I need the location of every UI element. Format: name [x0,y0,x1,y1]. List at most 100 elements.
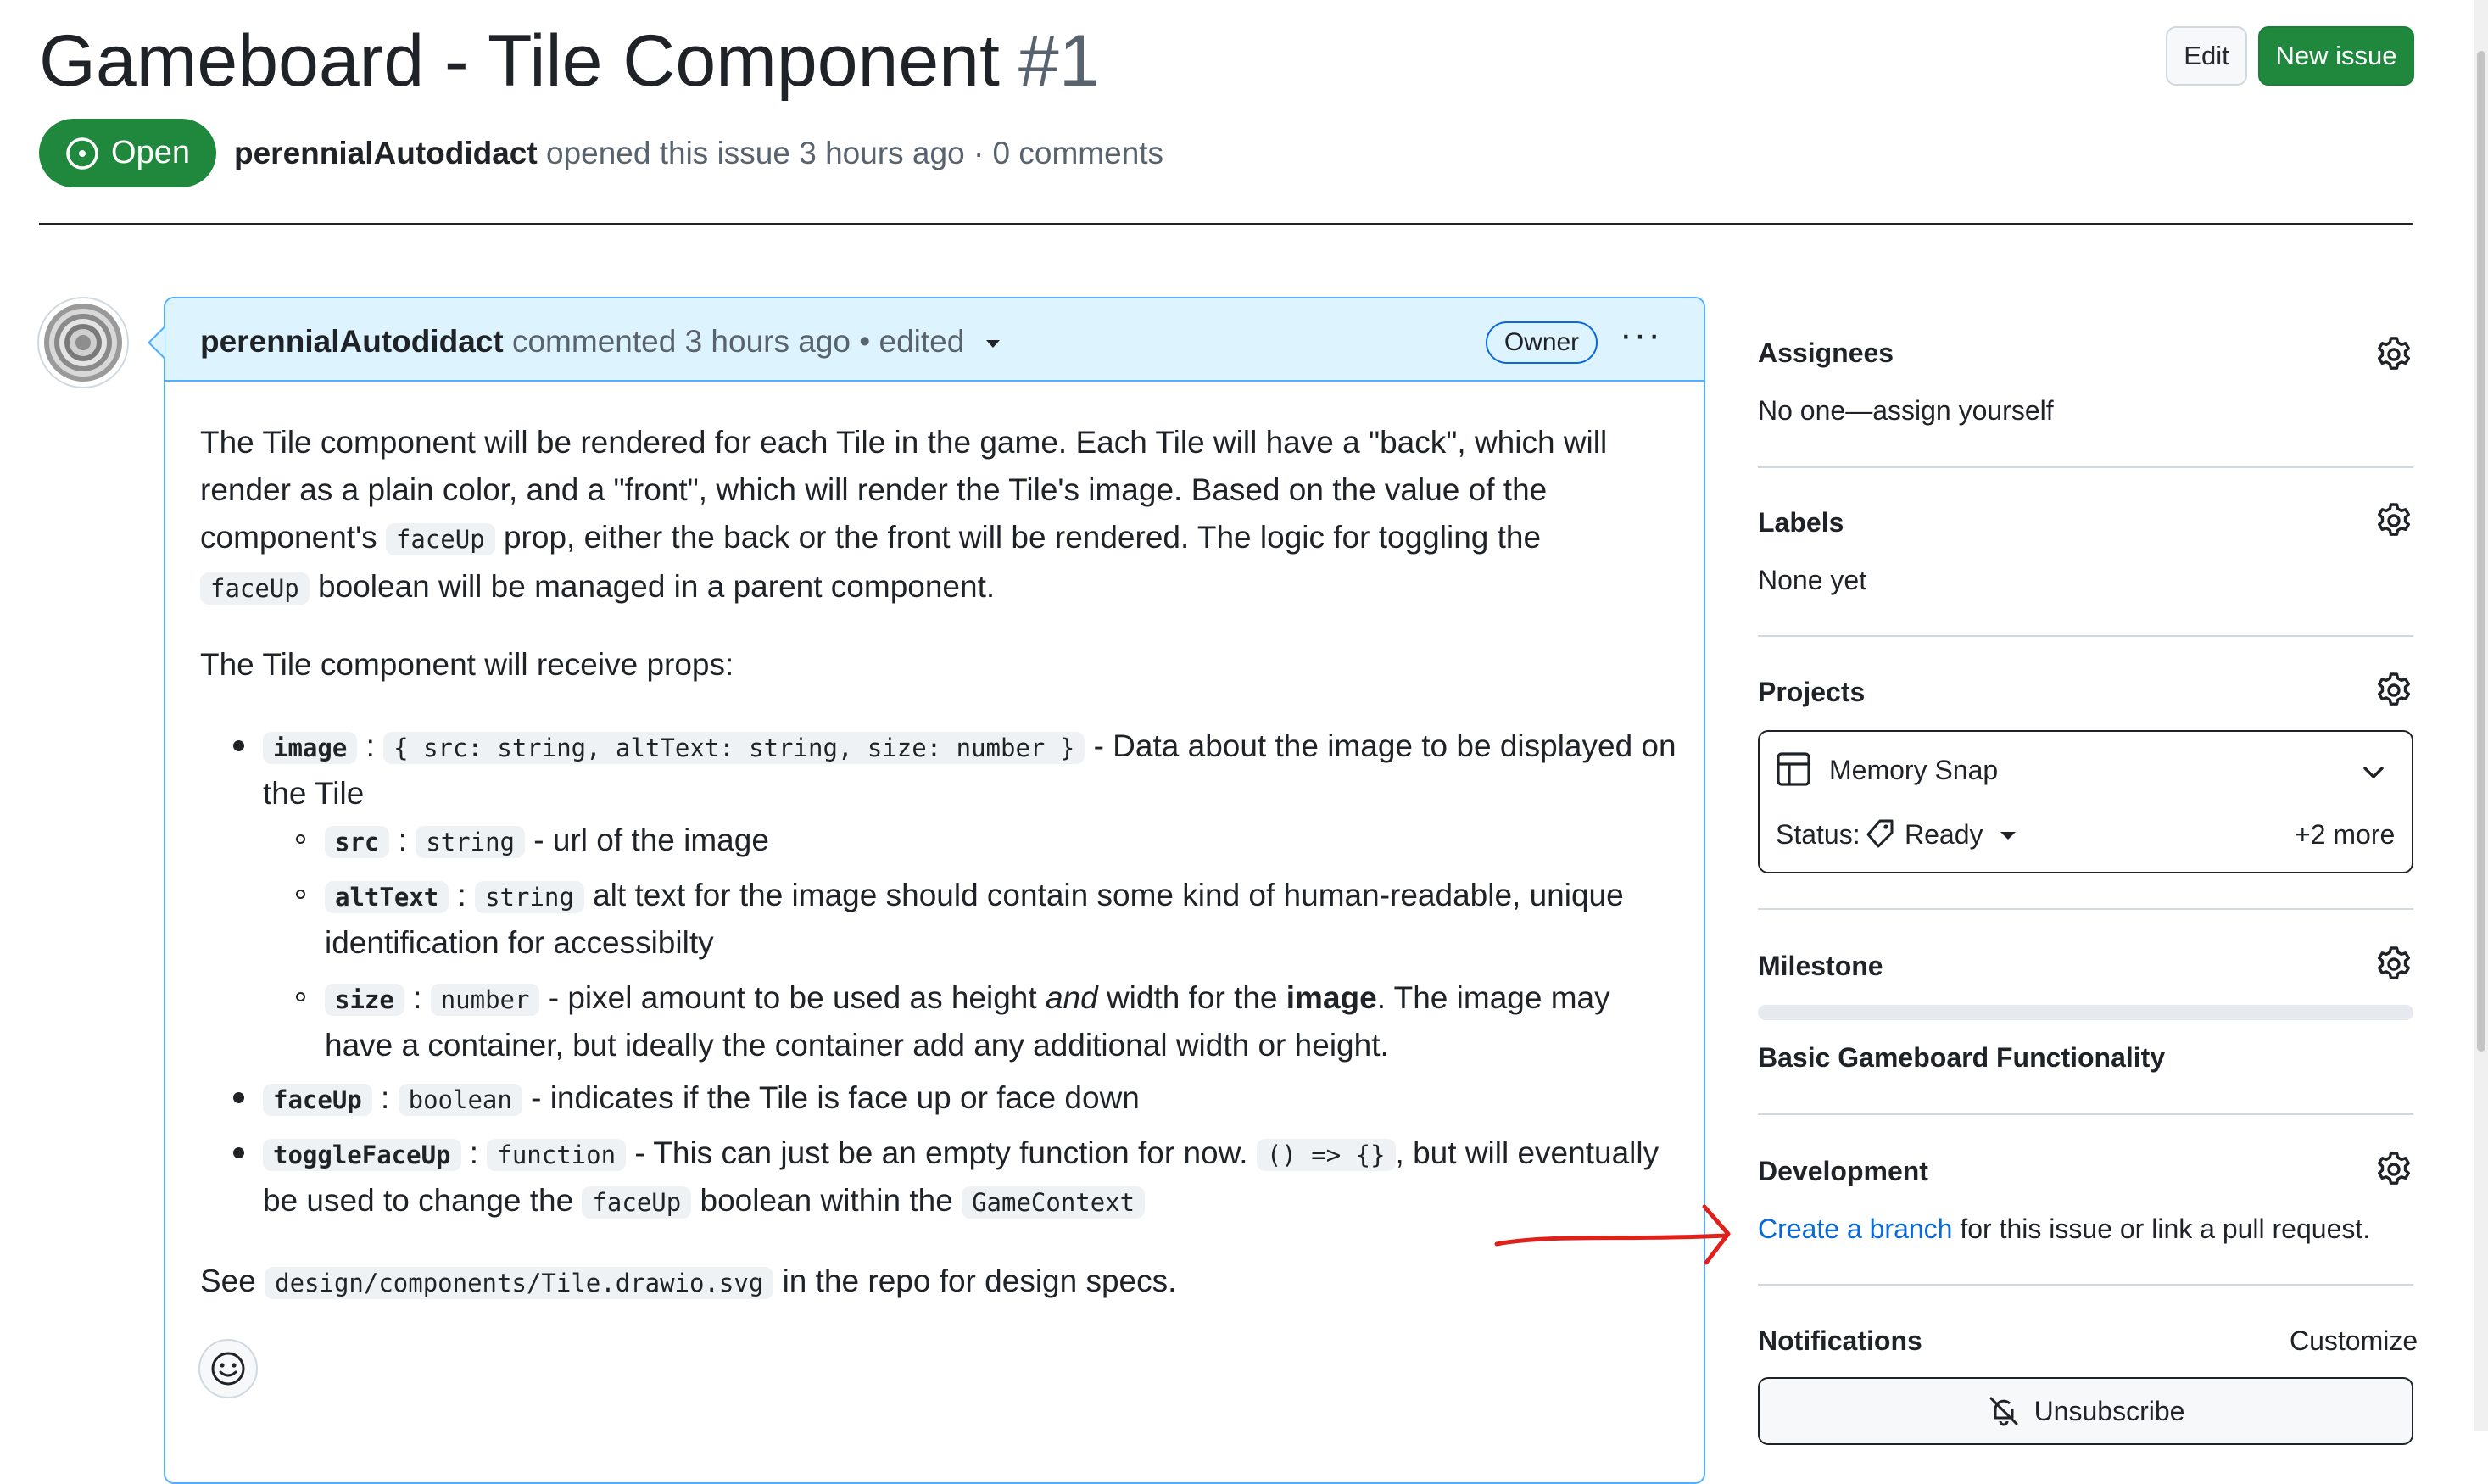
prop-desc: . The image may [1376,980,1610,1015]
project-name-link[interactable]: Memory Snap [1829,755,1998,786]
prop-desc: - This can just be an empty function for… [626,1135,1257,1170]
comment-meta: perennialAutodidact commented 3 hours ag… [200,321,1004,363]
status-badge: Open [39,119,216,187]
labels-title: Labels [1758,507,1844,538]
inline-code: faceUp [385,523,495,555]
create-branch-link[interactable]: Create a branch [1758,1213,1952,1244]
list-item-image-cont: the Tile [263,776,365,811]
prop-desc: , but will eventually [1395,1135,1660,1170]
prop-name: faceUp [263,1084,372,1116]
text: be used to change the [263,1183,583,1218]
comment-paragraph-3: See design/components/Tile.drawio.svg in… [200,1258,1176,1307]
inline-code: GameContext [962,1186,1146,1219]
development-rest: for this issue or link a pull request. [1952,1213,2371,1244]
list-item-alttext-cont: identification for accessibilty [325,925,714,960]
sidebar-divider [1758,466,2413,468]
unsubscribe-label: Unsubscribe [2033,1395,2185,1426]
project-table-icon [1777,752,1810,786]
paragraph-line: faceUp boolean will be managed in a pare… [200,563,1659,612]
inline-code: faceUp [200,572,310,605]
issue-open-icon [66,137,98,170]
text: prop, either the back or the front will … [494,520,1542,555]
comment-author-link[interactable]: perennialAutodidact [200,324,504,359]
list-item-src: src : string - url of the image [325,817,769,866]
projects-title: Projects [1758,677,1866,707]
emphasis: and [1045,980,1098,1015]
edited-dropdown-icon[interactable] [982,332,1004,354]
inline-code: faceUp [582,1186,692,1219]
issue-title-text: Gameboard - Tile Component [39,20,1000,102]
list-item-image: image : { src: string, altText: string, … [263,722,1676,772]
comment-meta-text[interactable]: commented 3 hours ago • edited [504,324,964,359]
prop-desc: - url of the image [525,823,769,857]
list-bullet [233,1147,244,1158]
add-reaction-button[interactable] [198,1339,258,1398]
development-title: Development [1758,1156,1928,1186]
list-bullet [233,1092,244,1103]
sublist-bullet [296,890,305,899]
bell-slash-icon [1989,1397,2018,1426]
list-item-togglefaceup: toggleFaceUp : function - This can just … [263,1130,1659,1179]
labels-gear-icon[interactable] [2374,501,2413,540]
issue-title: Gameboard - Tile Component #1 [39,19,1100,103]
paragraph-line: The Tile component will be rendered for … [200,425,1608,460]
unsubscribe-button[interactable]: Unsubscribe [1758,1377,2413,1445]
project-card [1758,730,2413,873]
prop-desc: width for the [1097,980,1286,1015]
milestone-gear-icon[interactable] [2374,945,2413,984]
prop-name: src [325,826,390,858]
prop-type: boolean [398,1084,522,1116]
prop-type: string [475,881,584,913]
tag-icon [1866,819,1894,848]
list-bullet [233,740,244,751]
sidebar-divider [1758,908,2413,910]
text: in the repo for design specs. [773,1264,1177,1298]
annotation-arrow-icon [1494,1204,1731,1265]
labels-value: None yet [1758,565,1867,595]
sidebar-divider [1758,635,2413,637]
project-status-label: Status: [1776,819,1860,850]
development-gear-icon[interactable] [2374,1150,2413,1189]
avatar[interactable] [37,297,129,388]
list-item-size: size : number - pixel amount to be used … [325,974,1610,1024]
prop-type: number [430,984,540,1016]
status-badge-label: Open [111,135,190,170]
customize-link[interactable]: Customize [2290,1325,2418,1357]
prop-name: size [325,984,404,1016]
prop-name: altText [325,881,449,913]
comment-paragraph-2: The Tile component will receive props: [200,647,734,682]
byline-text: opened this issue 3 hours ago · 0 commen… [537,136,1164,170]
avatar-image [44,304,122,382]
project-more-link[interactable]: +2 more [2295,819,2395,851]
new-issue-button[interactable]: New issue [2258,26,2414,86]
edit-button[interactable]: Edit [2166,26,2247,86]
assignees-title: Assignees [1758,338,1894,368]
chevron-down-icon[interactable] [2359,758,2388,787]
assignees-gear-icon[interactable] [2374,335,2413,374]
assignees-value[interactable]: No one—assign yourself [1758,395,2054,427]
comment-paragraph-1: The Tile component will be rendered for … [200,419,1659,612]
prop-name: image [263,732,358,764]
text: boolean within the [691,1183,962,1218]
milestone-value-link[interactable]: Basic Gameboard Functionality [1758,1042,2165,1074]
scrollbar-thumb[interactable] [2477,51,2485,1052]
prop-type: function [487,1139,627,1171]
list-item-alttext: altText : string alt text for the image … [325,872,1624,921]
prop-desc: - Data about the image to be displayed o… [1085,728,1676,763]
prop-desc: alt text for the image should contain so… [583,878,1624,912]
projects-gear-icon[interactable] [2374,671,2413,710]
notifications-title: Notifications [1758,1325,1922,1356]
issue-author-link[interactable]: perennialAutodidact [234,136,538,170]
comment-caret-fill [150,328,165,357]
inline-code: () => {} [1256,1139,1396,1171]
header-divider [39,223,2413,225]
text: See [200,1264,265,1298]
development-text: Create a branch for this issue or link a… [1758,1213,2370,1245]
issue-number: #1 [1018,20,1100,102]
sidebar-divider [1758,1284,2413,1286]
project-status-value[interactable]: Ready [1905,819,1983,851]
prop-desc: - indicates if the Tile is face up or fa… [522,1080,1140,1115]
comment-options-icon[interactable]: ··· [1615,316,1666,361]
status-dropdown-icon[interactable] [1995,823,2021,848]
inline-code: design/components/Tile.drawio.svg [265,1267,774,1299]
